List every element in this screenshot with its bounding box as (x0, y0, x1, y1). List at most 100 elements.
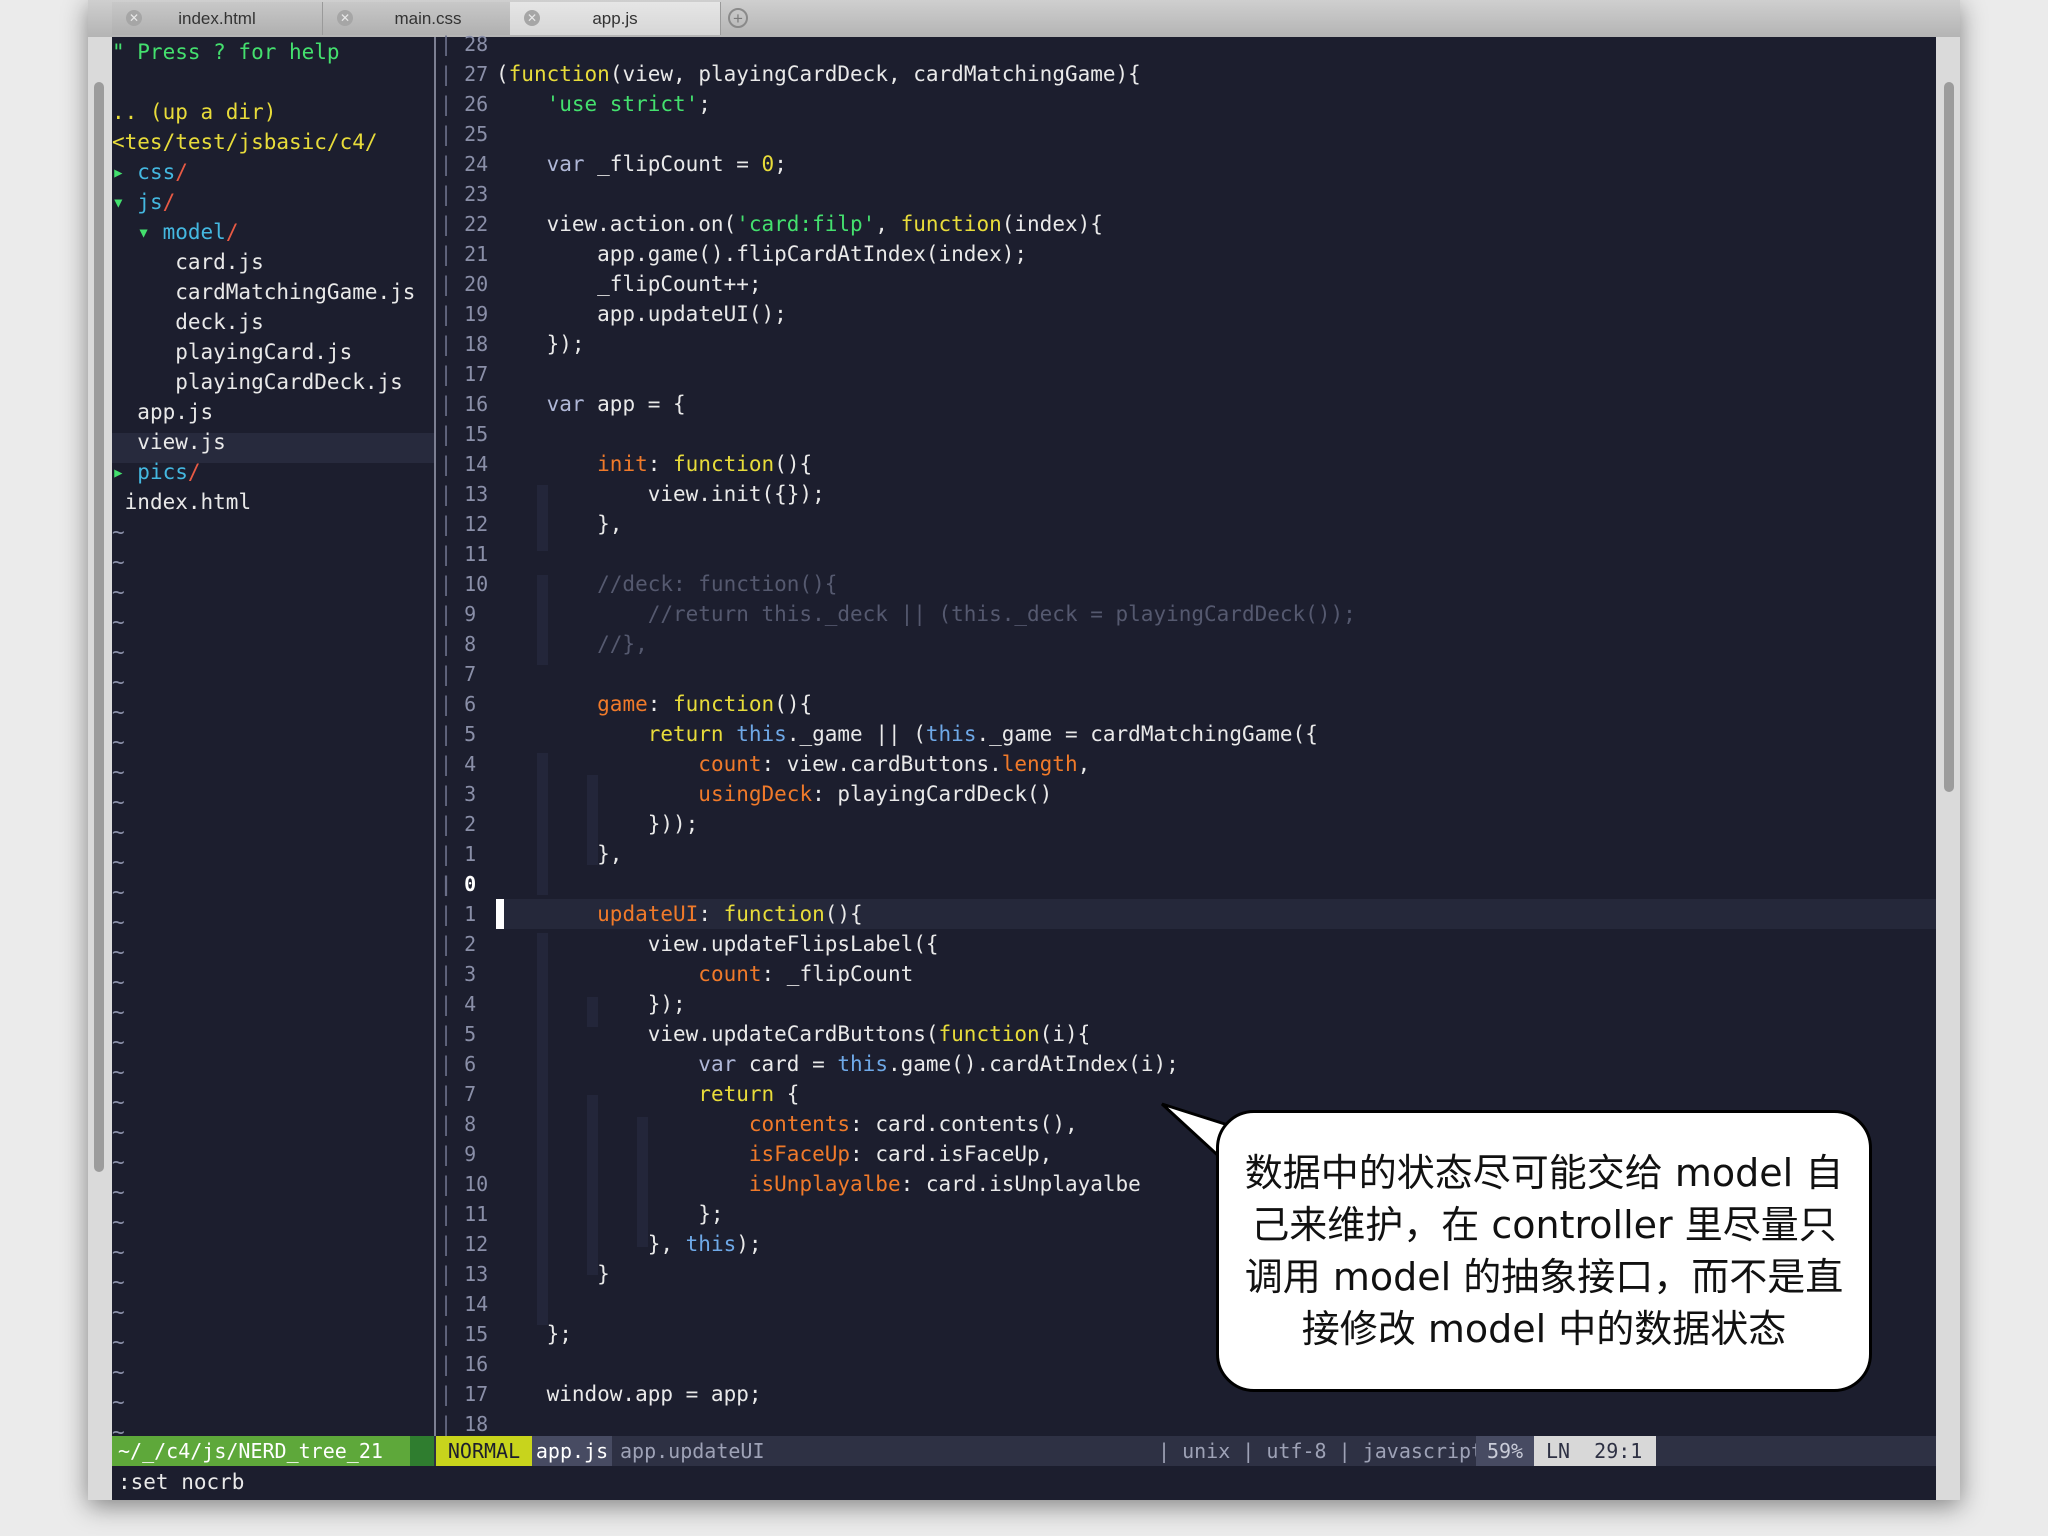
line-number: | 16 (440, 1352, 489, 1376)
code-line[interactable]: var card = this.game().cardAtIndex(i); (496, 1049, 1178, 1079)
tree-file[interactable]: playingCard.js (112, 337, 352, 367)
line-number: | 13 (440, 1262, 489, 1286)
code-line[interactable]: app.updateUI(); (496, 299, 787, 329)
tree-file-name: deck.js (175, 310, 264, 334)
left-scrollbar-track[interactable] (88, 37, 112, 1500)
code-line[interactable]: //}, (496, 629, 648, 659)
tree-expanded-arrow-icon[interactable]: ▾ (137, 220, 162, 244)
empty-buffer-tilde: ~ (112, 1300, 125, 1324)
line-number: | 7 (440, 1082, 477, 1106)
tree-root-path[interactable]: <tes/test/jsbasic/c4/ (112, 127, 378, 157)
right-scrollbar-thumb[interactable] (1944, 82, 1954, 792)
code-line[interactable]: }); (496, 989, 686, 1019)
code-line[interactable]: var _flipCount = 0; (496, 149, 787, 179)
code-line[interactable]: }; (496, 1199, 723, 1229)
code-line[interactable]: return this._game || (this._game = cardM… (496, 719, 1318, 749)
tree-folder-name: model (162, 220, 226, 244)
code-line[interactable]: }); (496, 329, 585, 359)
line-number: | 8 (440, 1112, 477, 1136)
code-line[interactable]: isUnplayalbe: card.isUnplayalbe (496, 1169, 1141, 1199)
line-number: | 6 (440, 1052, 477, 1076)
left-scrollbar-thumb[interactable] (94, 82, 104, 1172)
code-line[interactable]: usingDeck: playingCardDeck() (496, 779, 1052, 809)
code-line[interactable]: game: function(){ (496, 689, 812, 719)
code-line[interactable]: view.init({}); (496, 479, 825, 509)
empty-buffer-tilde: ~ (112, 730, 125, 754)
tree-file[interactable]: app.js (112, 397, 213, 427)
code-line[interactable]: _flipCount++; (496, 269, 761, 299)
code-line[interactable]: view.updateCardButtons(function(i){ (496, 1019, 1091, 1049)
empty-buffer-tilde: ~ (112, 760, 125, 784)
tree-folder[interactable]: ▸ pics/ (112, 457, 201, 487)
code-line[interactable]: //deck: function(){ (496, 569, 837, 599)
line-number: | 14 (440, 452, 489, 476)
line-number: | 12 (440, 512, 489, 536)
empty-buffer-tilde: ~ (112, 1030, 125, 1054)
empty-buffer-tilde: ~ (112, 610, 125, 634)
line-number: | 17 (440, 1382, 489, 1406)
command-line[interactable]: :set nocrb (112, 1466, 1936, 1500)
tab-close-icon[interactable]: ✕ (337, 10, 353, 26)
tree-folder[interactable]: ▾ js/ (112, 187, 175, 217)
tab-index-html[interactable]: ✕ index.html (112, 2, 323, 35)
empty-buffer-tilde: ~ (112, 1000, 125, 1024)
code-line[interactable]: }, (496, 509, 622, 539)
tree-file[interactable]: card.js (112, 247, 264, 277)
line-number: | 12 (440, 1232, 489, 1256)
code-line[interactable]: }, (496, 839, 622, 869)
line-number: | 5 (440, 1022, 477, 1046)
code-line[interactable]: }, this); (496, 1229, 762, 1259)
empty-buffer-tilde: ~ (112, 850, 125, 874)
code-line[interactable]: view.updateFlipsLabel({ (496, 929, 939, 959)
code-line[interactable]: updateUI: function(){ (496, 899, 863, 929)
code-line[interactable]: window.app = app; (496, 1379, 762, 1409)
code-line[interactable]: app.game().flipCardAtIndex(index); (496, 239, 1027, 269)
code-line[interactable]: //return this._deck || (this._deck = pla… (496, 599, 1356, 629)
code-line[interactable]: init: function(){ (496, 449, 812, 479)
line-number: | 14 (440, 1292, 489, 1316)
empty-buffer-tilde: ~ (112, 700, 125, 724)
tree-file-name: index.html (124, 490, 252, 514)
status-tree-tail (410, 1436, 434, 1466)
tree-expanded-arrow-icon[interactable]: ▾ (112, 190, 137, 214)
line-number: | 5 (440, 722, 477, 746)
code-line[interactable]: isFaceUp: card.isFaceUp, (496, 1139, 1052, 1169)
tree-collapsed-arrow-icon[interactable]: ▸ (112, 160, 137, 184)
tab-main-css[interactable]: ✕ main.css (323, 2, 534, 35)
status-file-info: | unix | utf-8 | javascript (1158, 1439, 1484, 1463)
tab-close-icon[interactable]: ✕ (126, 10, 142, 26)
tree-folder[interactable]: ▾ model/ (112, 217, 238, 247)
new-tab-plus-icon[interactable]: + (728, 8, 748, 28)
tab-app-js[interactable]: ✕ app.js (510, 2, 721, 35)
code-line[interactable]: var app = { (496, 389, 686, 419)
status-percent: 59% (1476, 1436, 1534, 1466)
code-line[interactable]: }; (496, 1319, 572, 1349)
tree-file[interactable]: index.html (112, 487, 251, 517)
line-number: | 18 (440, 332, 489, 356)
code-line[interactable]: contents: card.contents(), (496, 1109, 1078, 1139)
tree-file[interactable]: cardMatchingGame.js (112, 277, 415, 307)
empty-buffer-tilde: ~ (112, 940, 125, 964)
code-line[interactable]: (function(view, playingCardDeck, cardMat… (496, 59, 1141, 89)
tree-up-dir[interactable]: .. (up a dir) (112, 97, 276, 127)
code-line[interactable]: view.action.on('card:filp', function(ind… (496, 209, 1103, 239)
line-number: | 10 (440, 572, 489, 596)
empty-buffer-tilde: ~ (112, 880, 125, 904)
code-line[interactable]: count: view.cardButtons.length, (496, 749, 1090, 779)
empty-buffer-tilde: ~ (112, 1210, 125, 1234)
tree-file[interactable]: view.js (112, 427, 226, 457)
code-line[interactable]: 'use strict'; (496, 89, 711, 119)
line-number: | 18 (440, 1412, 489, 1436)
tree-folder[interactable]: ▸ css/ (112, 157, 188, 187)
code-line[interactable]: } (496, 1259, 610, 1289)
tree-file[interactable]: deck.js (112, 307, 264, 337)
code-line[interactable]: return { (496, 1079, 799, 1109)
code-line[interactable]: count: _flipCount (496, 959, 913, 989)
line-number: | 23 (440, 182, 489, 206)
right-scrollbar-track[interactable] (1936, 37, 1960, 1500)
tree-file[interactable]: playingCardDeck.js (112, 367, 403, 397)
code-line[interactable]: })); (496, 809, 699, 839)
tree-folder-name: pics (137, 460, 188, 484)
tree-collapsed-arrow-icon[interactable]: ▸ (112, 460, 137, 484)
tab-close-icon[interactable]: ✕ (524, 10, 540, 26)
